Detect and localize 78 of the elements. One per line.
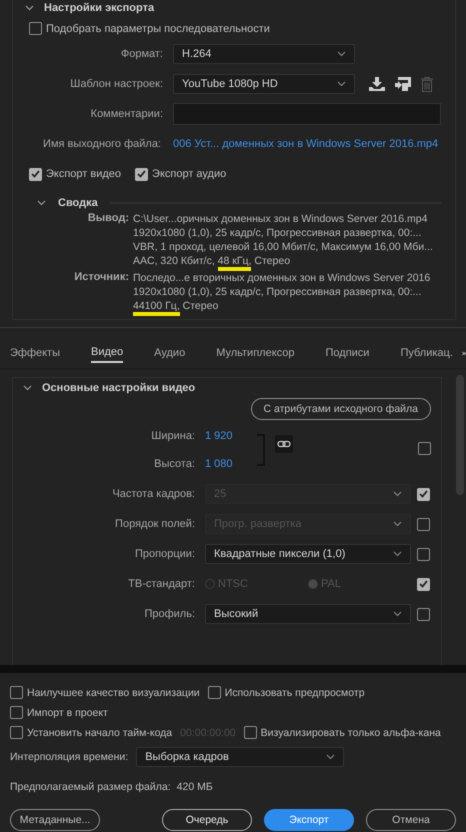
field-label: Ширина:: [150, 430, 196, 442]
tab[interactable]: Видео: [91, 343, 124, 363]
field-label: Формат:: [120, 48, 164, 60]
dialog-button[interactable]: Экспорт: [264, 809, 354, 831]
tab[interactable]: Подписи: [326, 344, 370, 362]
download-icon[interactable]: [369, 77, 385, 91]
width-value[interactable]: 1 920: [205, 430, 233, 442]
dialog-button[interactable]: Очередь: [162, 809, 252, 831]
checkbox-label: Установить начало тайм-кода: [27, 726, 172, 738]
checkbox-label: Экспорт аудио: [152, 168, 226, 180]
format-dropdown[interactable]: H.264: [173, 44, 355, 64]
summary-line: 1920x1080 (1,0), 25 кадр/с, Прогрессивная развертка, 00:...: [133, 226, 422, 240]
dialog-button[interactable]: Метаданные...: [10, 809, 100, 831]
checkbox[interactable]: [29, 22, 42, 35]
import-icon[interactable]: [395, 77, 411, 91]
field-label: Пропорции:: [134, 548, 196, 560]
field-label: Профиль:: [143, 608, 196, 620]
section-title: Сводка: [58, 197, 98, 209]
caret-icon: [337, 81, 346, 87]
caret-icon: [393, 491, 402, 497]
caret-icon: [393, 611, 402, 617]
field-label: Шаблон настроек:: [69, 78, 164, 90]
section-title: Основные настройки видео: [42, 382, 196, 394]
tab[interactable]: Аудио: [154, 344, 186, 362]
checkbox[interactable]: [10, 686, 23, 699]
summary-label: Источник:: [73, 271, 130, 285]
checkbox[interactable]: [208, 686, 221, 699]
chevron-icon[interactable]: [25, 5, 34, 11]
caret-icon: [337, 51, 346, 57]
dropdown[interactable]: Высокий: [205, 604, 411, 624]
field-label: Высота:: [153, 458, 196, 470]
checkbox[interactable]: [417, 608, 430, 620]
summary-line: Последо...е вторичных доменных зон в Windows Server 2016: [133, 271, 430, 285]
caret-icon: [393, 521, 402, 527]
checkbox[interactable]: [244, 726, 257, 739]
chevron-icon[interactable]: [23, 385, 32, 391]
file-size-label: Предполагаемый размер файла:: [10, 781, 171, 793]
dropdown[interactable]: Квадратные пиксели (1,0): [205, 544, 411, 564]
checkbox[interactable]: [10, 706, 23, 719]
link-icon[interactable]: [274, 435, 293, 453]
field-label: Интерполяция времени:: [10, 751, 128, 763]
checkbox[interactable]: [29, 168, 42, 180]
field-label: ТВ-стандарт:: [127, 578, 196, 590]
field-label: Частота кадров:: [111, 488, 196, 500]
checkbox-label: Экспорт видео: [46, 168, 122, 180]
summary-line: C:\User...оричных доменных зон в Windows Server 2016.mp4: [133, 212, 428, 226]
summary-line: 44100 Гц, Стерео: [133, 299, 430, 313]
file-size-value: 420 МБ: [176, 781, 213, 793]
output-file-link[interactable]: 006 Уст... доменных зон в Windows Server 2016.mp4: [173, 138, 438, 150]
summary-line: VBR, 1 проход, целевой 16,00 Мбит/с, Максимум 16,00 Мби...: [133, 240, 433, 254]
caret-icon: [326, 754, 336, 760]
dialog-button[interactable]: Отмена: [366, 809, 456, 831]
comments-field[interactable]: [173, 103, 441, 125]
interpolation-dropdown[interactable]: Выборка кадров: [136, 747, 344, 767]
summary-label: Вывод:: [86, 212, 130, 226]
tab[interactable]: Мультиплексор: [216, 344, 294, 362]
summary-line: AAC, 320 Кбит/с, 48 кГц, Стерео: [133, 254, 433, 268]
section-title: Настройки экспорта: [44, 2, 154, 14]
tab[interactable]: Эффекты: [10, 344, 60, 362]
summary-line: 1920x1080 (1,0), 25 кадр/с, Прогрессивная развертка, 00:...: [133, 285, 422, 299]
checkbox-label: Визуализировать только альфа-кана: [260, 726, 441, 738]
caret-icon: [393, 551, 402, 557]
tab[interactable]: Публикац.: [400, 344, 453, 362]
chevron-icon[interactable]: [37, 200, 46, 206]
field-label: Комментарии:: [90, 108, 164, 120]
checkbox-label: Использовать предпросмотр: [224, 686, 365, 698]
checkbox-label: Подобрать параметры последовательности: [46, 22, 270, 34]
preset-dropdown[interactable]: YouTube 1080p HD: [173, 74, 355, 94]
match-source-button[interactable]: С атрибутами исходного файла: [250, 398, 431, 420]
checkbox-label: Наилучшее качество визуализации: [27, 686, 200, 698]
checkbox-label: Импорт в проект: [27, 706, 108, 718]
checkbox[interactable]: [10, 726, 23, 739]
checkbox[interactable]: [417, 548, 430, 560]
checkbox[interactable]: [135, 168, 148, 180]
height-value[interactable]: 1 080: [205, 458, 233, 470]
field-label: Имя выходного файла:: [42, 138, 162, 150]
checkbox[interactable]: [418, 442, 431, 455]
field-label: Порядок полей:: [114, 518, 196, 530]
